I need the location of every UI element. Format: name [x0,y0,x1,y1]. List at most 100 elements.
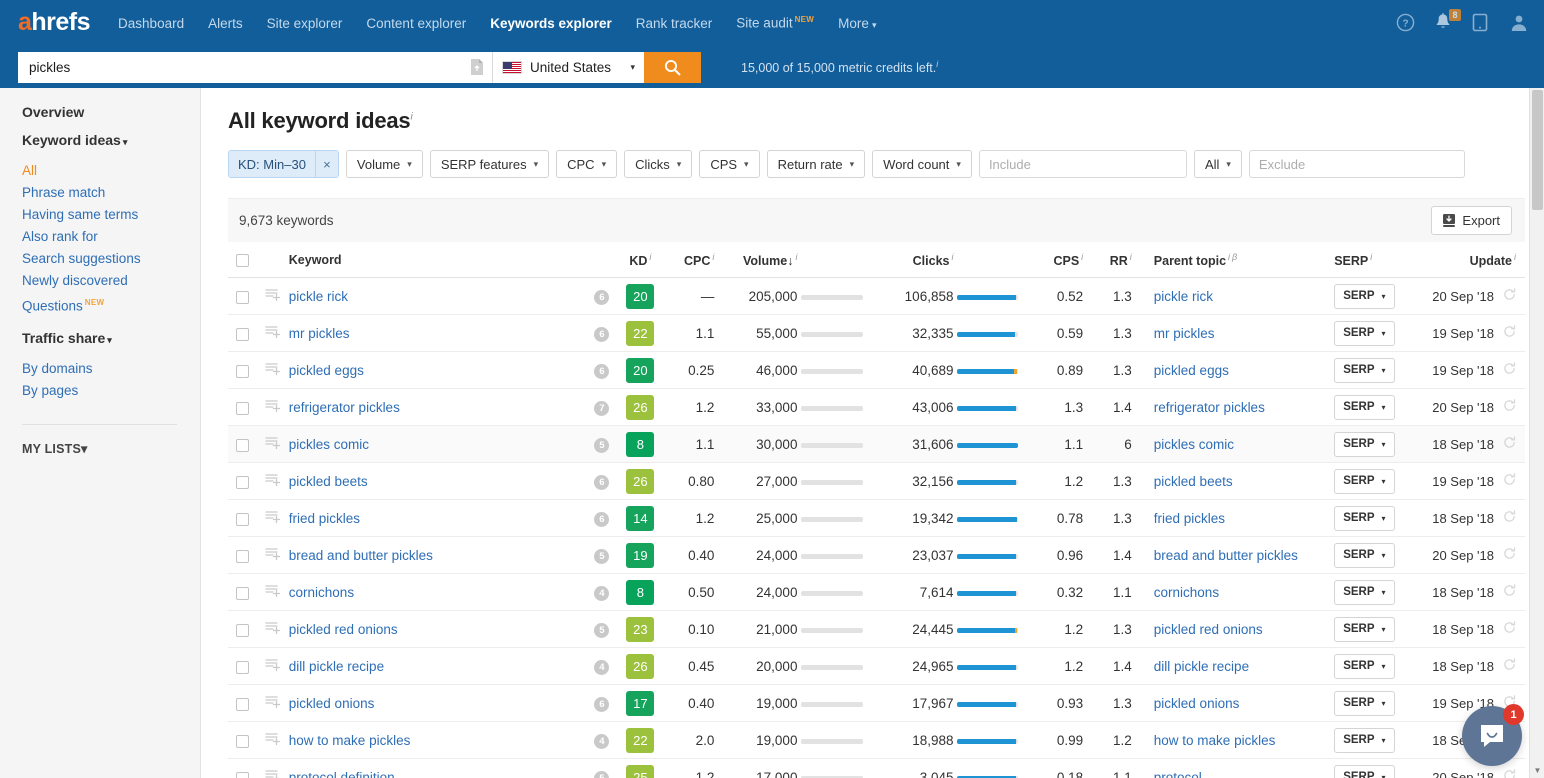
serp-button[interactable]: SERP ▾ [1334,579,1395,605]
keyword-link[interactable]: mr pickles [289,326,350,341]
serp-button[interactable]: SERP ▾ [1334,616,1395,642]
parent-topic-cell[interactable]: pickled onions [1135,684,1323,723]
parent-topic-link[interactable]: pickled onions [1154,696,1240,711]
serp-button[interactable]: SERP ▾ [1334,357,1395,383]
refresh-icon[interactable] [1503,362,1516,378]
serp-button[interactable]: SERP ▾ [1334,764,1395,778]
row-checkbox[interactable] [235,512,249,526]
row-add-to-list-cell[interactable] [256,610,289,649]
parent-topic-cell[interactable]: dill pickle recipe [1135,647,1323,686]
row-add-to-list-cell[interactable] [256,388,289,427]
row-checkbox[interactable] [235,401,249,415]
row-checkbox[interactable] [235,771,249,778]
info-icon[interactable]: i [1081,252,1083,262]
row-select-cell[interactable] [228,758,257,778]
info-icon[interactable]: i [1228,252,1230,262]
keyword-cell[interactable]: pickled eggs [288,351,585,390]
parent-topic-link[interactable]: bread and butter pickles [1154,548,1298,563]
table-row[interactable]: protocol definition 5 25 1.217,000 3,045 0.18… [228,758,1525,778]
add-to-list-icon[interactable] [265,585,281,601]
filter-chip-kd-active[interactable]: KD: Min–30 × [228,150,339,178]
serp-button[interactable]: SERP ▾ [1334,431,1395,457]
match-mode-selector[interactable]: All ▾ [1193,150,1242,178]
nav-item-more[interactable]: More ▾ [838,16,876,31]
refresh-icon[interactable] [1503,473,1516,489]
keyword-link[interactable]: refrigerator pickles [289,400,400,415]
close-icon[interactable]: × [314,151,338,177]
refresh-icon[interactable] [1503,584,1516,600]
parent-topic-cell[interactable]: how to make pickles [1135,721,1323,760]
refresh-icon[interactable] [1503,325,1516,341]
serp-button[interactable]: SERP ▾ [1334,468,1395,494]
serp-cell[interactable]: SERP ▾ [1322,425,1414,464]
sidebar-item-search-suggestions[interactable]: Search suggestions [22,248,200,270]
intercom-chat-launcher[interactable]: 1 [1462,704,1524,766]
parent-topic-cell[interactable]: mr pickles [1135,314,1323,353]
parent-topic-cell[interactable]: fried pickles [1135,499,1323,538]
table-row[interactable]: pickled onions 6 17 0.40 19,000 17,967 0.93 1.3… [228,684,1525,723]
keyword-link[interactable]: pickled eggs [289,363,364,378]
refresh-icon[interactable] [1503,510,1516,526]
keyword-link[interactable]: pickled onions [289,696,375,711]
sidebar-item-also-rank-for[interactable]: Also rank for [22,226,200,248]
serp-button[interactable]: SERP ▾ [1334,320,1395,346]
nav-item-content-explorer[interactable]: Content explorer [366,16,466,31]
search-button[interactable] [644,51,701,83]
keyword-cell[interactable]: pickle rick [288,277,585,316]
add-to-list-icon[interactable] [265,770,281,778]
table-row[interactable]: refrigerator pickles 7 26 1.2 33,000 43,006 1.… [228,388,1525,427]
keyword-link[interactable]: pickled beets [289,474,368,489]
table-row[interactable]: dill pickle recipe 4 26 0.45 20,000 24,965 1.2… [228,647,1525,686]
parent-topic-link[interactable]: refrigerator pickles [1154,400,1265,415]
serp-button[interactable]: SERP ▾ [1334,542,1395,568]
table-row[interactable]: how to make pickles 4 22 2.0 19,000 18,988 0.9… [228,721,1525,760]
serp-cell[interactable]: SERP ▾ [1322,499,1414,538]
exclude-input[interactable] [1248,150,1465,178]
refresh-icon[interactable] [1503,547,1516,563]
row-checkbox[interactable] [235,586,249,600]
row-checkbox[interactable] [235,475,249,489]
info-icon[interactable]: i [1514,252,1516,262]
add-to-list-icon[interactable] [265,659,281,675]
row-select-cell[interactable] [228,351,257,390]
sidebar-item-newly-discovered[interactable]: Newly discovered [22,270,200,292]
row-select-cell[interactable] [228,536,257,575]
nav-item-keywords-explorer[interactable]: Keywords explorer [490,16,612,31]
row-add-to-list-cell[interactable] [256,314,289,353]
keyword-link[interactable]: cornichons [289,585,354,600]
keyword-link[interactable]: pickles comic [289,437,369,452]
row-add-to-list-cell[interactable] [256,573,289,612]
parent-topic-link[interactable]: pickles comic [1154,437,1234,452]
keyword-cell[interactable]: bread and butter pickles [288,536,585,575]
row-add-to-list-cell[interactable] [256,277,289,316]
sidebar-item-by-pages[interactable]: By pages [22,380,200,402]
keyword-cell[interactable]: refrigerator pickles [288,388,585,427]
table-row[interactable]: pickled eggs 6 20 0.25 46,000 40,689 0.89 1.3 pi… [228,351,1525,390]
search-input[interactable] [29,59,469,75]
row-add-to-list-cell[interactable] [256,499,289,538]
table-row[interactable]: pickled red onions 5 23 0.10 21,000 24,445 1.2… [228,610,1525,649]
keyword-cell[interactable]: mr pickles [288,314,585,353]
parent-topic-cell[interactable]: pickled eggs [1135,351,1323,390]
refresh-icon[interactable] [1503,436,1516,452]
serp-cell[interactable]: SERP ▾ [1322,536,1414,575]
info-icon[interactable]: i [712,252,714,262]
parent-topic-link[interactable]: fried pickles [1154,511,1225,526]
parent-topic-cell[interactable]: pickle rick [1135,277,1323,316]
row-select-cell[interactable] [228,462,257,501]
sidebar-group-keyword-ideas[interactable]: Keyword ideas ▾ [22,132,200,148]
row-add-to-list-cell[interactable] [256,758,289,778]
row-checkbox[interactable] [235,697,249,711]
filter-chip-clicks[interactable]: Clicks ▾ [624,150,693,178]
keyword-link[interactable]: bread and butter pickles [289,548,433,563]
row-checkbox[interactable] [235,364,249,378]
row-select-cell[interactable] [228,425,257,464]
add-to-list-icon[interactable] [265,696,281,712]
serp-cell[interactable]: SERP ▾ [1322,721,1414,760]
info-icon[interactable]: i [936,59,938,69]
row-add-to-list-cell[interactable] [256,351,289,390]
add-to-list-icon[interactable] [265,363,281,379]
keyword-cell[interactable]: pickled beets [288,462,585,501]
serp-button[interactable]: SERP ▾ [1334,727,1395,753]
serp-button[interactable]: SERP ▾ [1334,283,1395,309]
